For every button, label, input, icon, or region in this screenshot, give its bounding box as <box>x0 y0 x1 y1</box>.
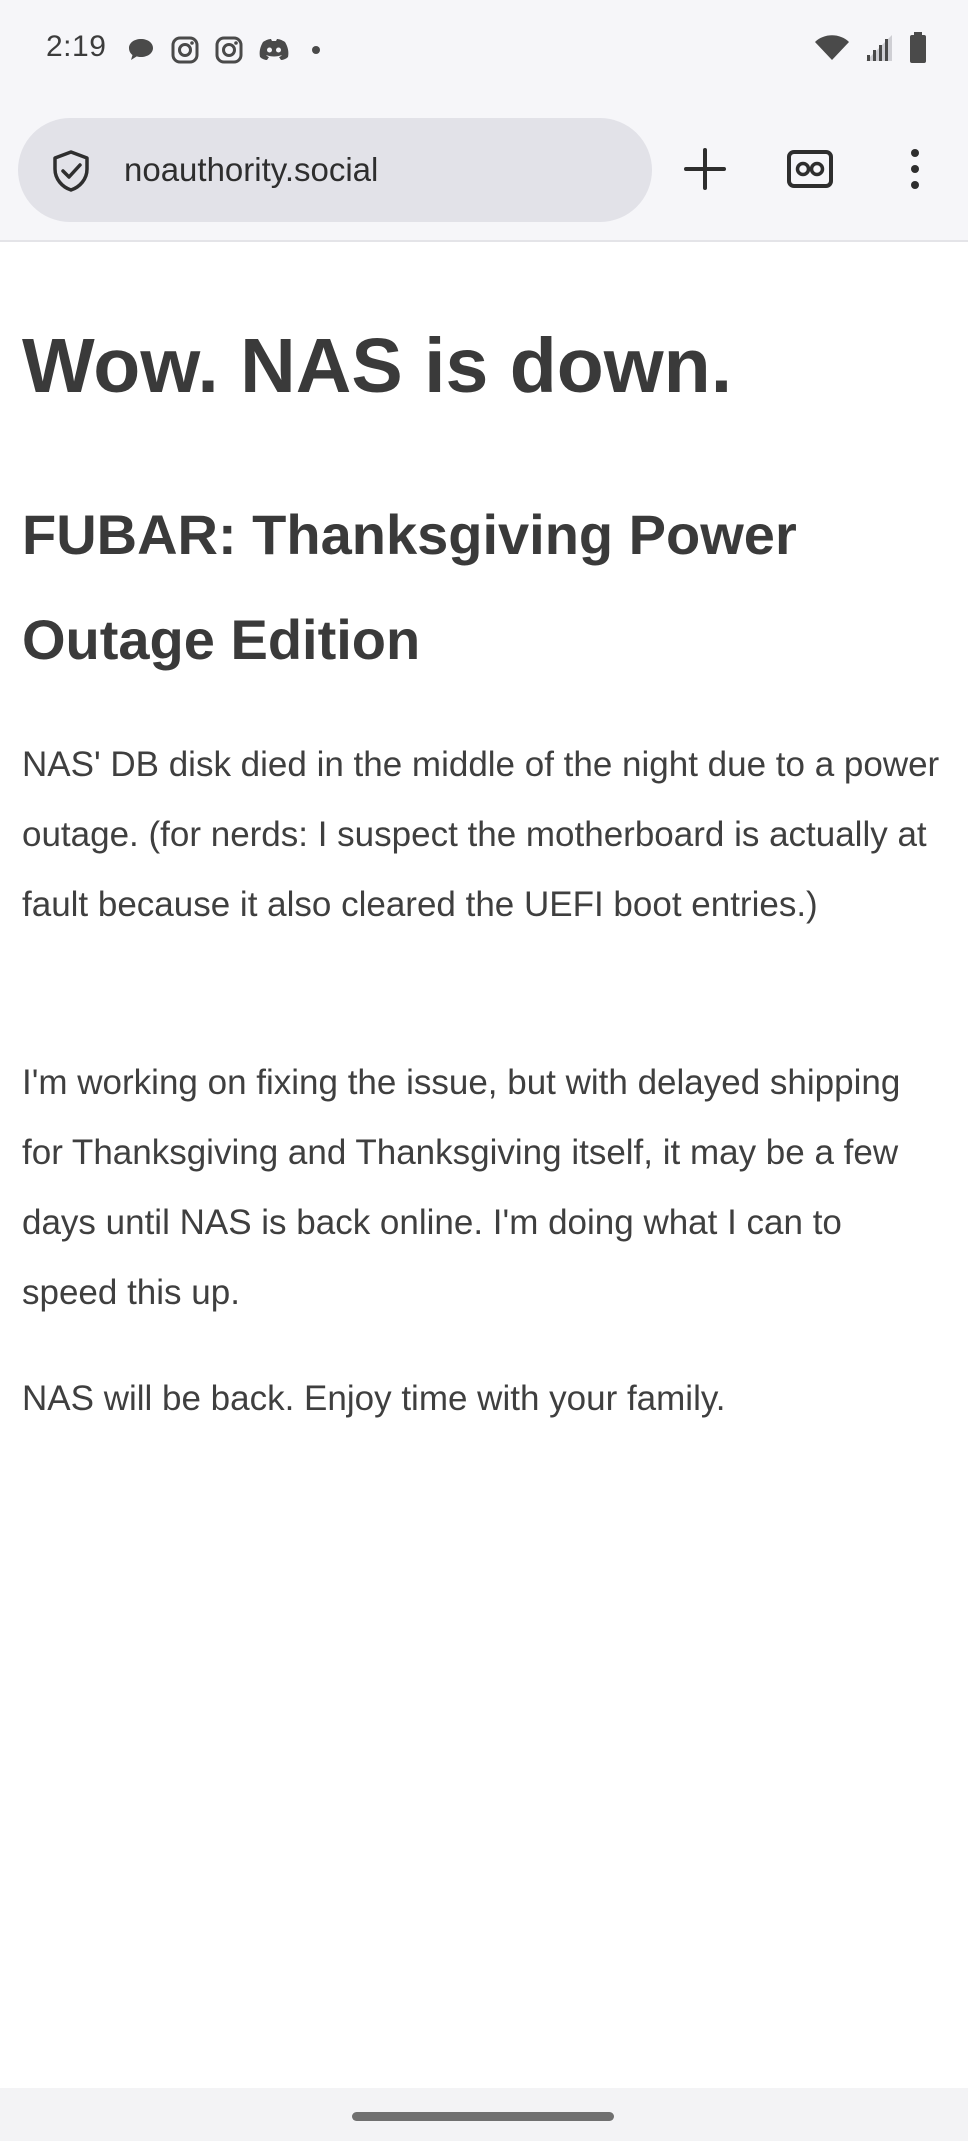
chat-bubble-icon <box>126 36 156 64</box>
dot-icon <box>304 38 328 62</box>
discord-icon <box>258 36 290 64</box>
page-title: Wow. NAS is down. <box>22 323 733 409</box>
instagram-icon <box>170 35 200 65</box>
status-bar: 2:19 <box>0 0 968 100</box>
wifi-icon <box>814 34 850 62</box>
paragraph: NAS' DB disk died in the middle of the n… <box>22 745 940 924</box>
signal-icon <box>864 33 894 63</box>
page-subtitle: FUBAR: Thanksgiving Power Outage Edition <box>22 503 797 671</box>
new-tab-button[interactable] <box>670 136 740 206</box>
instagram-icon <box>214 35 244 65</box>
battery-icon <box>908 32 928 64</box>
url-text[interactable]: noauthority.social <box>124 151 378 189</box>
status-time: 2:19 <box>46 30 107 63</box>
paragraph: I'm working on fixing the issue, but wit… <box>22 1063 901 1312</box>
more-vert-icon <box>909 147 921 196</box>
system-icons <box>800 32 928 64</box>
plus-icon <box>682 146 728 197</box>
navigation-bar <box>0 2088 968 2141</box>
address-bar[interactable]: noauthority.social <box>18 118 652 222</box>
menu-button[interactable] <box>880 136 950 206</box>
browser-toolbar: noauthority.social <box>0 100 968 242</box>
shield-check-icon[interactable] <box>48 148 94 199</box>
paragraph: NAS will be back. Enjoy time with your f… <box>22 1379 726 1418</box>
notification-icons <box>112 30 328 70</box>
home-gesture-handle[interactable] <box>352 2112 614 2121</box>
incognito-tabs-icon <box>786 149 834 194</box>
tab-switcher-button[interactable] <box>775 136 845 206</box>
